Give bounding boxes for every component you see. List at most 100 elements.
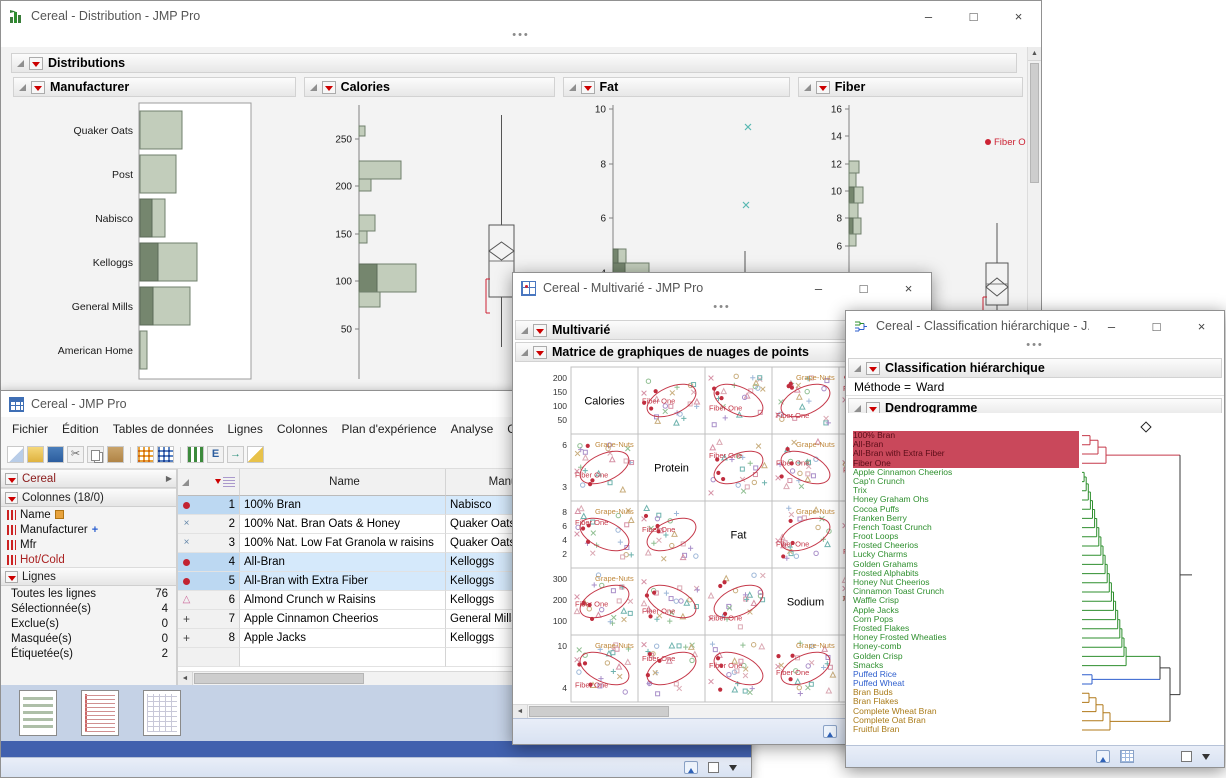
manufacturer-bar-chart[interactable]: Quaker OatsPostNabiscoKelloggsGeneral Mi… (13, 101, 299, 385)
arrow-icon[interactable] (227, 446, 244, 463)
table-panel-header[interactable]: Cereal ▶ (1, 469, 176, 488)
titlebar-multivariate[interactable]: Cereal - Multivarié - JMP Pro – □ × (513, 273, 931, 303)
calories-node-header[interactable]: Calories (304, 77, 555, 97)
red-triangle-menu-icon[interactable] (31, 81, 45, 94)
dendrogram-leaf[interactable]: All-Bran with Extra Fiber (853, 449, 1079, 458)
excel-icon[interactable] (207, 446, 224, 463)
minimize-button[interactable]: – (796, 273, 841, 303)
cell-name[interactable]: All-Bran (240, 553, 446, 572)
row-header[interactable]: 5 (178, 572, 240, 591)
dendrogram-leaf[interactable]: All-Bran (853, 440, 1079, 449)
disclosure-icon[interactable] (854, 365, 861, 372)
row-header[interactable]: △6 (178, 591, 240, 610)
new-journal-icon[interactable] (7, 446, 24, 463)
row-stat[interactable]: Sélectionnée(s)4 (1, 601, 176, 616)
dendrogram-leaf[interactable]: Puffed Wheat (853, 679, 1079, 688)
row-stat[interactable]: Masquée(s)0 (1, 631, 176, 646)
close-button[interactable]: × (1179, 311, 1224, 341)
status-checkbox[interactable] (1181, 751, 1192, 762)
table-blue-icon[interactable] (157, 446, 174, 463)
disclosure-icon[interactable] (804, 84, 811, 91)
minimize-button[interactable]: – (906, 1, 951, 31)
collapse-panel-icon[interactable] (823, 725, 837, 738)
scroll-up-arrow-icon[interactable]: ▲ (1028, 47, 1041, 61)
dendrogram-leaf[interactable]: Honey Graham Ohs (853, 495, 1079, 504)
maximize-button[interactable]: □ (951, 1, 996, 31)
dendrogram-leaf[interactable]: Honey Nut Cheerios (853, 578, 1079, 587)
titlebar-cluster[interactable]: Cereal - Classification hiérarchique - J… (846, 311, 1224, 341)
dendrogram-leaf[interactable]: Frosted Flakes (853, 624, 1079, 633)
dendrogram-leaf[interactable]: Honey Frosted Wheaties (853, 633, 1079, 642)
dendrogram-leaf[interactable]: Bran Flakes (853, 697, 1079, 706)
dendrogram-leaf[interactable]: Trix (853, 486, 1079, 495)
fat-node-header[interactable]: Fat (563, 77, 790, 97)
cell-name[interactable]: Apple Jacks (240, 629, 446, 648)
dendrogram-leaf[interactable]: Froot Loops (853, 532, 1079, 541)
data-grid-toggle-icon[interactable] (1120, 750, 1134, 763)
disclosure-icon[interactable] (17, 60, 24, 67)
minimize-button[interactable]: – (1089, 311, 1134, 341)
close-button[interactable]: × (886, 273, 931, 303)
report-thumbnail[interactable] (81, 690, 119, 736)
menu-analyse[interactable]: Analyse (444, 420, 501, 438)
row-stat[interactable]: Étiquetée(s)2 (1, 646, 176, 661)
red-triangle-menu-icon[interactable] (533, 324, 547, 337)
window-grip-handle[interactable]: ••• (846, 341, 1224, 356)
dendrogram-leaf[interactable]: Bran Buds (853, 688, 1079, 697)
column-item-name[interactable]: Name (1, 507, 176, 522)
red-triangle-menu-icon[interactable] (5, 473, 18, 485)
dendrogram-leaf[interactable]: French Toast Crunch (853, 523, 1079, 532)
scrollbar-thumb[interactable] (1030, 63, 1039, 183)
cell-name[interactable]: Apple Cinnamon Cheerios (240, 610, 446, 629)
dendrogram-leaf[interactable]: Corn Pops (853, 615, 1079, 624)
collapse-panel-icon[interactable] (1096, 750, 1110, 763)
row-header[interactable]: 4 (178, 553, 240, 572)
scrollbar-thumb[interactable] (529, 706, 669, 717)
disclosure-icon[interactable] (182, 479, 189, 486)
dendrogram-leaf[interactable]: Golden Crisp (853, 652, 1079, 661)
panel-collapse-icon[interactable]: ▶ (166, 474, 172, 483)
dendrogram-leaf[interactable]: Waffle Crisp (853, 596, 1079, 605)
menu-lignes[interactable]: Lignes (220, 420, 269, 438)
menu--dition[interactable]: Édition (55, 420, 106, 438)
dendrogram-leaf[interactable]: Cap'n Crunch (853, 477, 1079, 486)
disclosure-icon[interactable] (521, 349, 528, 356)
red-triangle-menu-icon[interactable] (5, 492, 18, 504)
red-triangle-menu-icon[interactable] (322, 81, 336, 94)
cell-name[interactable]: 100% Nat. Bran Oats & Honey (240, 515, 446, 534)
window-grip-handle[interactable]: ••• (1, 31, 1041, 46)
dendrogram-leaf[interactable]: Frosted Cheerios (853, 541, 1079, 550)
column-item-mfr[interactable]: Mfr (1, 537, 176, 552)
status-dropdown-icon[interactable] (729, 765, 737, 775)
report-thumbnail[interactable] (143, 690, 181, 736)
disclosure-icon[interactable] (854, 405, 861, 412)
cell-name[interactable]: Almond Crunch w Raisins (240, 591, 446, 610)
dendrogram-leaf[interactable]: Apple Cinnamon Cheerios (853, 468, 1079, 477)
menu-colonnes[interactable]: Colonnes (270, 420, 335, 438)
dendrogram-leaf[interactable]: Complete Wheat Bran (853, 707, 1079, 716)
script-icon[interactable] (247, 446, 264, 463)
disclosure-icon[interactable] (19, 84, 26, 91)
row-header[interactable]: ×3 (178, 534, 240, 553)
cell-name[interactable]: 100% Nat. Low Fat Granola w raisins (240, 534, 446, 553)
dendrogram-leaf[interactable]: Complete Oat Bran (853, 716, 1079, 725)
row-header[interactable]: 1 (178, 496, 240, 515)
disclosure-icon[interactable] (310, 84, 317, 91)
distributions-node-header[interactable]: Distributions (11, 53, 1017, 73)
dendrogram-leaf[interactable]: Puffed Rice (853, 670, 1079, 679)
manufacturer-node-header[interactable]: Manufacturer (13, 77, 296, 97)
column-item-hot-cold[interactable]: Hot/Cold (1, 552, 176, 567)
dendrogram-area[interactable]: 100% BranAll-BranAll-Bran with Extra Fib… (846, 413, 1224, 745)
dendrogram-leaf[interactable]: Cocoa Puffs (853, 505, 1079, 514)
dendrogram-leaf[interactable]: Fiber One (853, 459, 1079, 468)
dendrogram-leaf[interactable]: Apple Jacks (853, 606, 1079, 615)
row-stat[interactable]: Toutes les lignes76 (1, 586, 176, 601)
dendrogram-leaf[interactable]: Franken Berry (853, 514, 1079, 523)
collapse-panel-icon[interactable] (684, 761, 698, 774)
report-thumbnail[interactable] (19, 690, 57, 736)
open-icon[interactable] (27, 446, 44, 463)
dendrogram-leaf[interactable]: Cinnamon Toast Crunch (853, 587, 1079, 596)
close-button[interactable]: × (996, 1, 1041, 31)
scrollbar-thumb[interactable] (194, 673, 364, 684)
scroll-left-arrow-icon[interactable]: ◄ (513, 705, 528, 718)
